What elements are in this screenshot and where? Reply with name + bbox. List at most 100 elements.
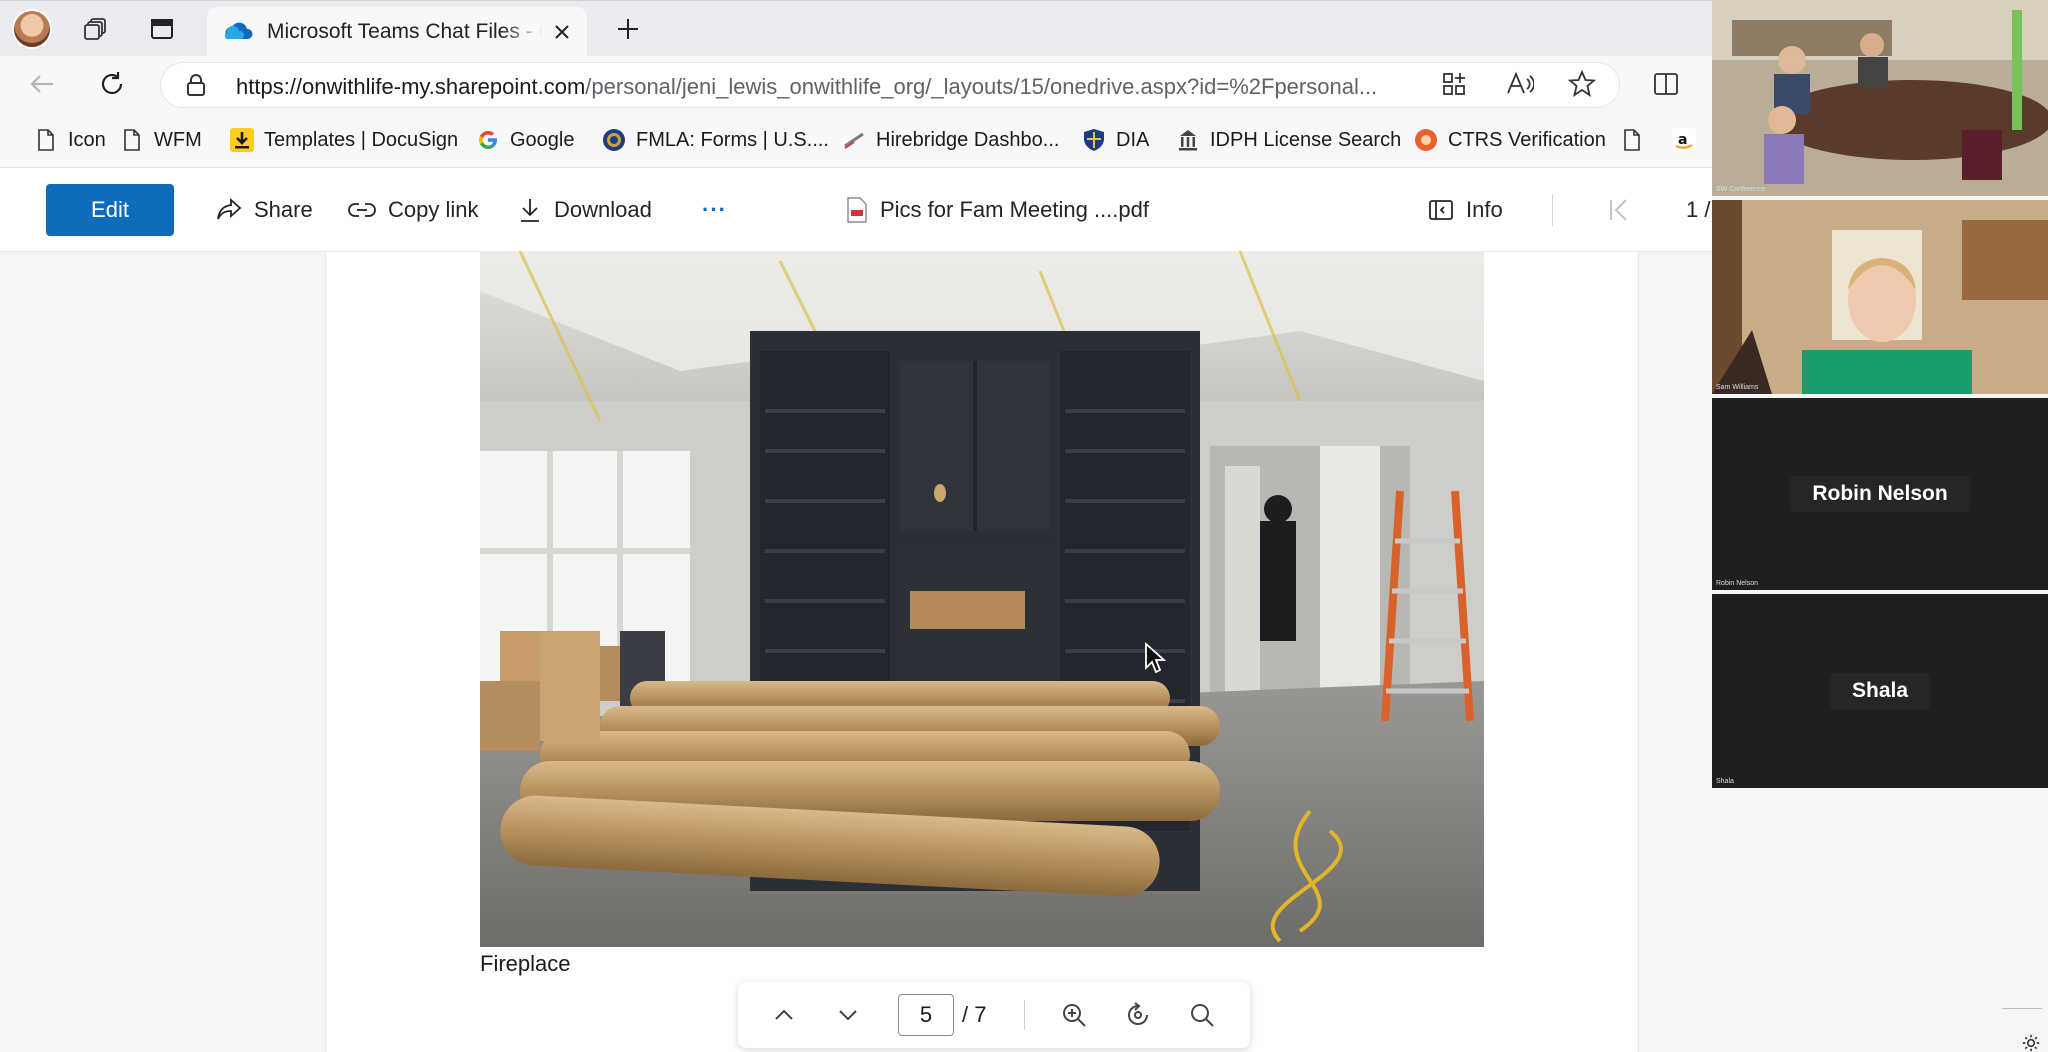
- favorites-bar: Icon WFM Templates | DocuSign Google FML…: [0, 112, 1712, 168]
- page-icon: [34, 128, 58, 152]
- capitol-icon: [1176, 128, 1200, 152]
- video-tile-shala[interactable]: Shala Shala: [1712, 594, 2048, 788]
- download-icon: [518, 197, 542, 223]
- favorite-icon-link[interactable]: Icon: [34, 122, 106, 158]
- favorite-label: WFM: [154, 128, 202, 151]
- docusign-icon: [230, 128, 254, 152]
- participant-name: Robin Nelson: [1716, 580, 1759, 587]
- favorite-label: Templates | DocuSign: [264, 128, 459, 151]
- tab-strip: Microsoft Teams Chat Files - OneDrive: [0, 0, 1712, 57]
- info-button[interactable]: Info: [1428, 188, 1503, 232]
- info-label: Info: [1466, 197, 1503, 222]
- file-name: Pics for Fam Meeting ....pdf: [846, 188, 1149, 232]
- participant-name: Sam Williams: [1716, 384, 1759, 391]
- profile-avatar[interactable]: [12, 9, 52, 49]
- favorite-page-link[interactable]: [1620, 122, 1644, 158]
- amazon-icon: a: [1672, 128, 1696, 152]
- refresh-icon[interactable]: [96, 68, 128, 100]
- favorite-star-icon[interactable]: [1566, 68, 1598, 100]
- share-button[interactable]: Share: [216, 188, 313, 232]
- command-bar: Edit Share Copy link Download ··· Pics f…: [0, 168, 1712, 252]
- participant-name: Shala: [1716, 778, 1734, 785]
- settings-gear-icon[interactable]: [2020, 1034, 2042, 1052]
- copy-link-label: Copy link: [388, 197, 479, 222]
- ctrs-icon: [1414, 128, 1438, 152]
- app-available-icon[interactable]: [1438, 68, 1470, 100]
- next-page-icon[interactable]: [832, 999, 864, 1031]
- participant-display-name: Shala: [1829, 673, 1931, 709]
- video-tile-robin-nelson[interactable]: Robin Nelson Robin Nelson: [1712, 398, 2048, 590]
- favorite-ctrs-verification[interactable]: CTRS Verification: [1414, 122, 1606, 158]
- close-tab-icon[interactable]: [551, 21, 573, 43]
- vertical-tabs-icon[interactable]: [146, 13, 178, 45]
- previous-page-icon[interactable]: [768, 999, 800, 1031]
- photo-caption: Fireplace: [480, 951, 571, 976]
- panel-divider: [2002, 1008, 2042, 1009]
- teams-meeting-panel: SW Conference Sam Williams Robin Nelson …: [1712, 0, 2048, 1052]
- favorite-google[interactable]: Google: [476, 122, 575, 158]
- first-page-icon[interactable]: [1608, 198, 1630, 222]
- download-button[interactable]: Download: [518, 188, 652, 232]
- onedrive-cloud-icon: [223, 19, 253, 41]
- file-name-label: Pics for Fam Meeting ....pdf: [880, 197, 1149, 222]
- favorite-fmla-forms[interactable]: FMLA: Forms | U.S....: [602, 122, 829, 158]
- hirebridge-icon: [842, 128, 866, 152]
- page-icon: [1620, 128, 1644, 152]
- address-bar[interactable]: https://onwithlife-my.sharepoint.com/per…: [160, 62, 1620, 108]
- pager-divider: [1024, 1000, 1025, 1030]
- page-icon: [120, 128, 144, 152]
- download-label: Download: [554, 197, 652, 222]
- favorite-label: CTRS Verification: [1448, 128, 1606, 151]
- participant-name: SW Conference: [1716, 186, 1766, 193]
- read-aloud-icon[interactable]: [1504, 68, 1536, 100]
- page-number-input[interactable]: [898, 994, 954, 1036]
- page-indicator: 1 /: [1686, 197, 1711, 222]
- info-panel-icon: [1428, 199, 1454, 221]
- url-path: /personal/jeni_lewis_onwithlife_org/_lay…: [585, 74, 1378, 99]
- favorite-wfm[interactable]: WFM: [120, 122, 202, 158]
- split-screen-icon[interactable]: [1650, 68, 1682, 100]
- url-text[interactable]: https://onwithlife-my.sharepoint.com/per…: [236, 74, 1576, 100]
- url-domain: https://onwithlife-my.sharepoint.com: [236, 74, 586, 99]
- toolbar-divider: [1552, 194, 1553, 226]
- favorite-label: FMLA: Forms | U.S....: [636, 128, 829, 151]
- site-info-lock-icon[interactable]: [186, 74, 206, 96]
- favorite-label: Hirebridge Dashbo...: [876, 128, 1060, 151]
- zoom-in-icon[interactable]: [1058, 999, 1090, 1031]
- favorite-label: IDPH License Search: [1210, 128, 1402, 151]
- participant-display-name: Robin Nelson: [1790, 476, 1970, 512]
- svg-text:a: a: [1678, 132, 1687, 148]
- workspaces-icon[interactable]: [80, 13, 112, 45]
- video-tile-sw-conference[interactable]: SW Conference: [1712, 0, 2048, 196]
- favorite-dia[interactable]: DIA: [1082, 122, 1149, 158]
- participant-label-center: Shala: [1712, 594, 2048, 788]
- favorite-label: DIA: [1116, 128, 1150, 151]
- new-tab-icon[interactable]: [612, 13, 644, 45]
- favorite-hirebridge[interactable]: Hirebridge Dashbo...: [842, 122, 1059, 158]
- share-icon: [216, 198, 242, 222]
- page-total: / 7: [962, 1002, 987, 1027]
- page-navigation-bar: / 7: [738, 982, 1250, 1048]
- pdf-file-icon: [846, 197, 868, 223]
- back-icon[interactable]: [26, 68, 58, 100]
- favorite-idph-license-search[interactable]: IDPH License Search: [1176, 122, 1401, 158]
- mouse-cursor-icon: [1144, 642, 1166, 674]
- search-icon[interactable]: [1186, 999, 1218, 1031]
- tab-onedrive[interactable]: Microsoft Teams Chat Files - OneDrive: [207, 7, 587, 57]
- shield-icon: [1082, 128, 1106, 152]
- more-options-button[interactable]: ···: [702, 188, 727, 232]
- favorite-docusign[interactable]: Templates | DocuSign: [230, 122, 458, 158]
- navigation-bar: https://onwithlife-my.sharepoint.com/per…: [0, 56, 1712, 112]
- favorite-amazon[interactable]: a: [1672, 122, 1696, 158]
- rotate-icon[interactable]: [1122, 999, 1154, 1031]
- copy-link-button[interactable]: Copy link: [348, 188, 478, 232]
- participant-label-center: Robin Nelson: [1712, 398, 2048, 590]
- video-tile-sam-williams[interactable]: Sam Williams: [1712, 200, 2048, 394]
- google-icon: [476, 128, 500, 152]
- share-label: Share: [254, 197, 313, 222]
- edit-button[interactable]: Edit: [46, 184, 174, 236]
- fireplace-photo: [480, 251, 1484, 947]
- dol-seal-icon: [602, 128, 626, 152]
- favorite-label: Icon: [68, 128, 106, 151]
- favorite-label: Google: [510, 128, 575, 151]
